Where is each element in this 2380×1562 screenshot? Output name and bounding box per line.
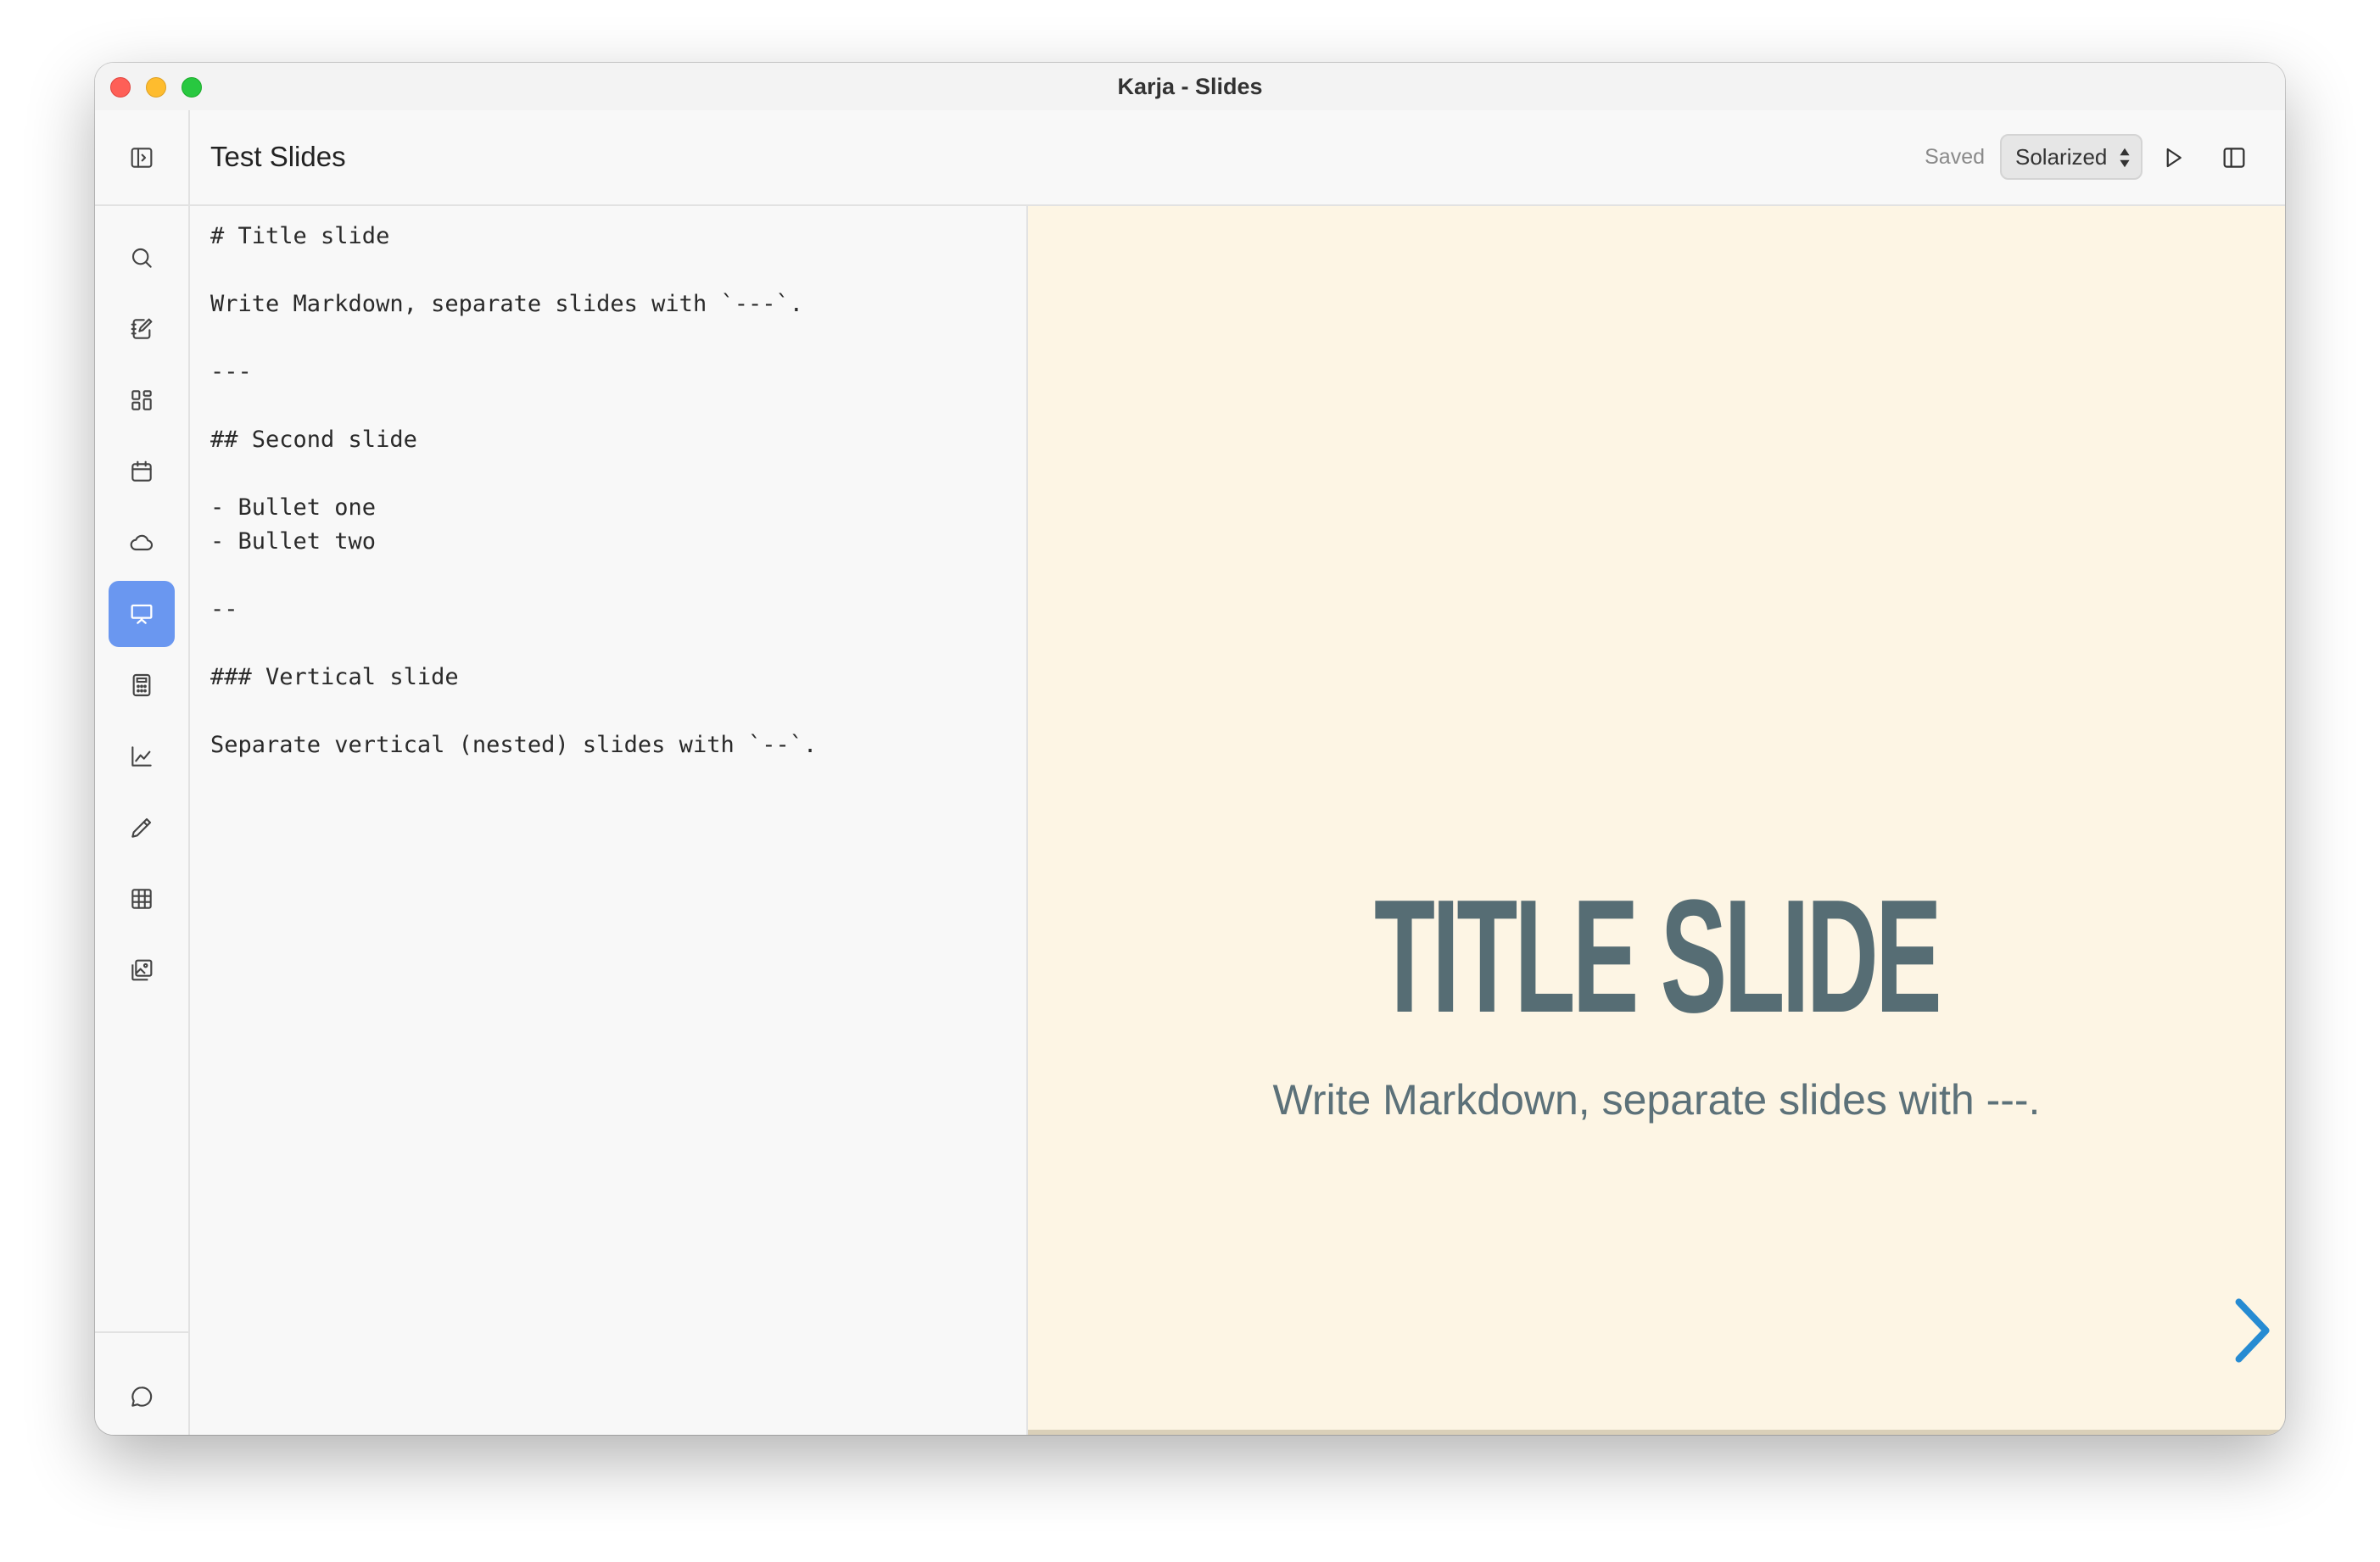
notes-icon <box>131 318 153 339</box>
close-window-button[interactable] <box>110 77 131 98</box>
play-icon <box>2166 148 2182 168</box>
sidebar-item-gallery[interactable] <box>109 937 175 1003</box>
window-title: Karja - Slides <box>1117 73 1263 99</box>
sidebar-item-draw[interactable] <box>109 795 175 861</box>
next-slide-arrow-icon[interactable] <box>2231 1297 2271 1364</box>
chart-icon <box>131 746 152 767</box>
editor-line: -- <box>210 596 238 622</box>
markdown-editor[interactable]: # Title slide Write Markdown, separate s… <box>190 206 1028 1435</box>
toggle-preview-button[interactable] <box>2215 139 2253 176</box>
editor-line: - Bullet one <box>210 494 377 521</box>
editor-line: # Title slide <box>210 223 390 249</box>
pencil-icon <box>131 817 152 838</box>
calendar-icon <box>131 460 152 482</box>
editor-line: Write Markdown, separate slides with `--… <box>210 291 803 317</box>
editor-line: - Bullet two <box>210 528 377 555</box>
editor-line: ### Vertical slide <box>210 664 459 690</box>
panel-layout-icon <box>2223 148 2245 168</box>
slide-progress-bar <box>1028 1430 2285 1435</box>
gallery-icon <box>131 959 153 981</box>
sidebar-item-charts[interactable] <box>109 723 175 789</box>
sidebar-item-chat[interactable] <box>109 1364 175 1430</box>
presentation-icon <box>131 604 153 624</box>
slide-title: TITLE SLIDE <box>1374 867 1942 1046</box>
sidebar-toggle-button[interactable] <box>95 110 188 206</box>
slide-preview: TITLE SLIDE Write Markdown, separate sli… <box>1028 206 2285 1435</box>
window-controls <box>110 77 202 98</box>
sidebar-item-search[interactable] <box>109 225 175 291</box>
sidebar-item-notes[interactable] <box>109 296 175 362</box>
document-title[interactable]: Test Slides <box>210 141 346 173</box>
cloud-icon <box>130 534 154 551</box>
editor-line: --- <box>210 359 252 385</box>
minimize-window-button[interactable] <box>146 77 166 98</box>
chat-icon <box>131 1386 153 1407</box>
theme-select[interactable]: Solarized <box>2000 134 2143 180</box>
sidebar-item-apps[interactable] <box>109 367 175 433</box>
calculator-icon <box>132 673 151 697</box>
present-button[interactable] <box>2154 139 2192 176</box>
app-window: Karja - Slides Test Slides Saved Solariz… <box>95 63 2285 1435</box>
slide-subtitle: Write Markdown, separate slides with ---… <box>1272 1076 2041 1124</box>
sidebar-item-calendar[interactable] <box>109 438 175 505</box>
editor-line: Separate vertical (nested) slides with `… <box>210 732 818 758</box>
sidebar-item-calculator[interactable] <box>109 652 175 718</box>
sidebar-item-tables[interactable] <box>109 866 175 932</box>
sidebar-toggle-icon <box>131 147 153 168</box>
save-status: Saved <box>1925 145 1985 169</box>
sidebar-divider <box>95 1331 188 1333</box>
document-toolbar: Test Slides Saved Solarized <box>190 110 2285 206</box>
select-arrows-icon <box>2120 148 2130 168</box>
search-icon <box>131 248 152 268</box>
theme-select-value: Solarized <box>2015 143 2108 170</box>
editor-line: ## Second slide <box>210 427 417 453</box>
sidebar-item-slides[interactable] <box>109 581 175 647</box>
sidebar <box>95 110 190 1435</box>
maximize-window-button[interactable] <box>182 77 202 98</box>
table-icon <box>131 889 152 909</box>
title-bar: Karja - Slides <box>95 63 2285 110</box>
sidebar-item-cloud[interactable] <box>109 510 175 576</box>
apps-grid-icon <box>131 390 152 410</box>
